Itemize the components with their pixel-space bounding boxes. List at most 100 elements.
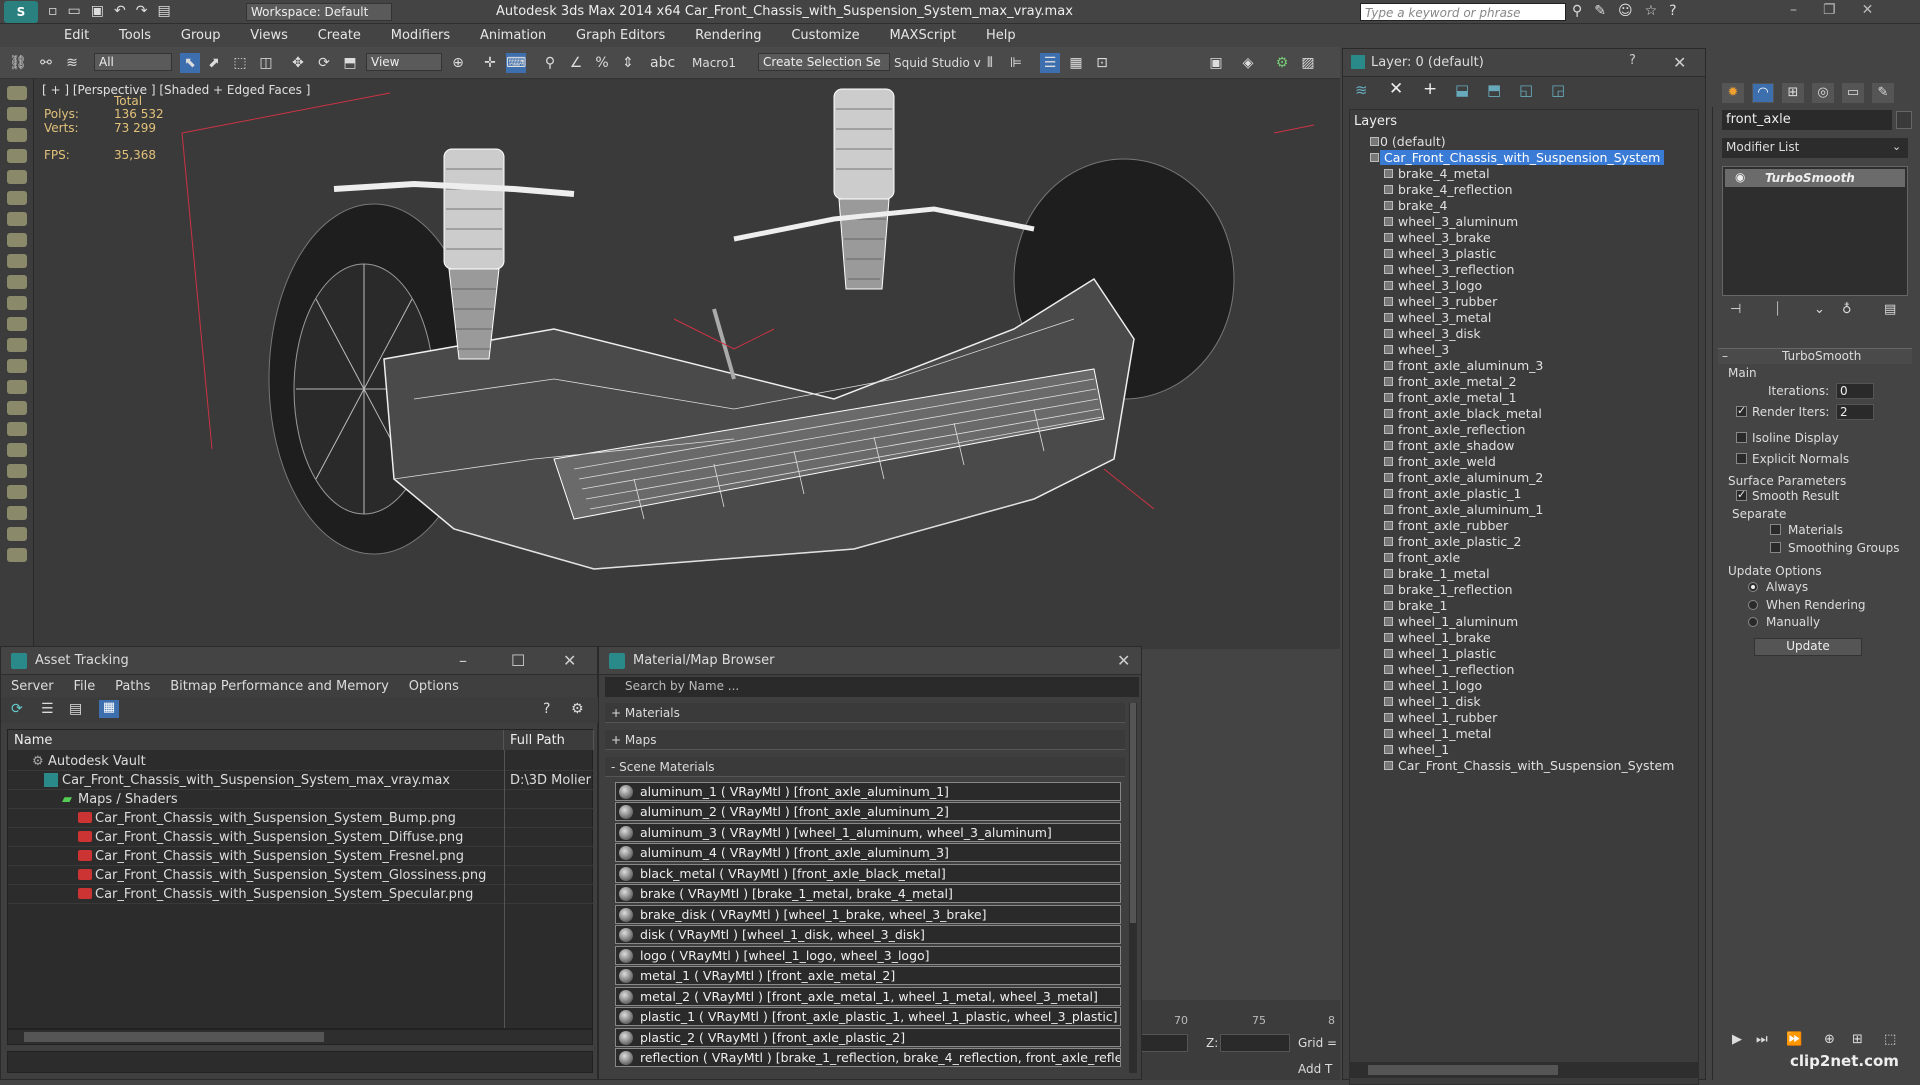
- zoom-icon[interactable]: ⊕: [1824, 1032, 1835, 1047]
- open-file-icon[interactable]: ▭: [68, 3, 91, 19]
- maximize-viewport-icon[interactable]: ⬚: [1884, 1032, 1896, 1047]
- star-icon[interactable]: ☆: [1645, 3, 1670, 19]
- create-layer-icon[interactable]: +: [1423, 79, 1437, 99]
- material-item[interactable]: plastic_2 ( VRayMtl ) [front_axle_plasti…: [615, 1028, 1121, 1047]
- thumbnail-view-icon[interactable]: ▤: [69, 701, 82, 717]
- object-name-field[interactable]: front_axle: [1722, 110, 1892, 130]
- material-item[interactable]: aluminum_1 ( VRayMtl ) [front_axle_alumi…: [615, 782, 1121, 801]
- select-manipulate-icon[interactable]: ✛: [480, 53, 500, 73]
- when-rendering-radio[interactable]: [1748, 600, 1758, 610]
- rect-selection-icon[interactable]: ⬚: [230, 53, 250, 73]
- table-row[interactable]: Car_Front_Chassis_with_Suspension_System…: [8, 847, 594, 866]
- rotate-icon[interactable]: ⟳: [314, 53, 334, 73]
- display-tab-icon[interactable]: ▭: [1842, 83, 1864, 103]
- save-icon[interactable]: ▣: [91, 3, 114, 19]
- tool-icon[interactable]: [6, 254, 27, 268]
- scrollbar-thumb[interactable]: [1130, 703, 1136, 923]
- tool-icon[interactable]: [6, 443, 27, 457]
- tool-icon[interactable]: [6, 464, 27, 478]
- unlink-icon[interactable]: ⚯: [36, 53, 56, 73]
- add-time-tag[interactable]: Add T: [1298, 1062, 1332, 1076]
- layers-icon[interactable]: ≋: [1355, 81, 1368, 99]
- tool-icon[interactable]: [6, 506, 27, 520]
- bind-spacewarp-icon[interactable]: ≋: [62, 53, 82, 73]
- isoline-display-checkbox[interactable]: [1736, 432, 1747, 443]
- snap-toggle-icon[interactable]: ⚲: [540, 53, 560, 73]
- project-folder-icon[interactable]: ▤: [157, 3, 180, 19]
- play-icon[interactable]: ▶: [1732, 1032, 1742, 1047]
- material-item[interactable]: plastic_1 ( VRayMtl ) [front_axle_plasti…: [615, 1007, 1121, 1026]
- go-to-end-icon[interactable]: ⏩: [1786, 1032, 1802, 1047]
- menu-server[interactable]: Server: [11, 679, 54, 694]
- restore-icon[interactable]: ❐: [1823, 2, 1862, 18]
- tool-icon[interactable]: [6, 401, 27, 415]
- manually-radio[interactable]: [1748, 617, 1758, 627]
- hide-layers-icon[interactable]: ◲: [1551, 81, 1565, 99]
- workspace-dropdown[interactable]: Workspace: Default: [246, 3, 392, 21]
- menu-customize[interactable]: Customize: [791, 24, 859, 43]
- column-header-name[interactable]: Name: [8, 730, 504, 750]
- tool-icon[interactable]: [6, 128, 27, 142]
- graphite-ribbon-icon[interactable]: ▦: [1066, 53, 1086, 73]
- tool-icon[interactable]: [6, 548, 27, 562]
- explicit-normals-checkbox[interactable]: [1736, 453, 1747, 464]
- help-icon[interactable]: ?: [543, 701, 550, 717]
- tool-icon[interactable]: [6, 527, 27, 541]
- material-item[interactable]: reflection ( VRayMtl ) [brake_1_reflecti…: [615, 1048, 1121, 1067]
- spinner-snap-icon[interactable]: ⇕: [618, 53, 638, 73]
- make-unique-icon[interactable]: ⌄: [1814, 302, 1825, 317]
- align-icon[interactable]: ⊫: [1006, 53, 1026, 73]
- binoculars-icon[interactable]: ⚲: [1572, 3, 1594, 19]
- list-view-icon[interactable]: ☰: [41, 701, 54, 717]
- vertical-scrollbar[interactable]: [1129, 703, 1137, 1073]
- status-field[interactable]: [7, 1051, 593, 1073]
- close-icon[interactable]: ✕: [563, 651, 576, 670]
- select-object-icon[interactable]: ⬉: [180, 53, 200, 73]
- group-materials[interactable]: + Materials: [605, 703, 1125, 723]
- curve-editor-icon[interactable]: ⊡: [1092, 53, 1112, 73]
- next-frame-icon[interactable]: ⏭: [1756, 1032, 1768, 1047]
- update-button[interactable]: Update: [1754, 638, 1862, 656]
- scale-icon[interactable]: ⬒: [340, 53, 360, 73]
- table-row[interactable]: ▰ Maps / Shaders: [8, 790, 594, 809]
- material-item[interactable]: brake ( VRayMtl ) [brake_1_metal, brake_…: [615, 884, 1121, 903]
- tool-icon[interactable]: [6, 296, 27, 310]
- tools-icon[interactable]: ✎: [1594, 3, 1618, 19]
- search-box[interactable]: Type a keyword or phrase: [1360, 3, 1566, 21]
- pin-stack-icon[interactable]: ⊣: [1730, 302, 1741, 317]
- highlight-layer-icon[interactable]: ◱: [1519, 81, 1533, 99]
- tool-icon[interactable]: [6, 422, 27, 436]
- edit-named-selection-icon[interactable]: abc: [650, 53, 675, 73]
- tool-icon[interactable]: [6, 107, 27, 121]
- tool-icon[interactable]: [6, 338, 27, 352]
- render-iters-checkbox[interactable]: [1736, 404, 1747, 417]
- move-icon[interactable]: ✥: [288, 53, 308, 73]
- add-to-layer-icon[interactable]: ⬓: [1455, 81, 1469, 99]
- material-item[interactable]: aluminum_4 ( VRayMtl ) [front_axle_alumi…: [615, 843, 1121, 862]
- menu-views[interactable]: Views: [250, 24, 288, 43]
- tool-icon[interactable]: [6, 149, 27, 163]
- horizontal-scrollbar[interactable]: [1350, 1062, 1698, 1078]
- settings-icon[interactable]: ⚙: [571, 701, 584, 717]
- select-by-name-icon[interactable]: ⬈: [204, 53, 224, 73]
- schematic-view-icon[interactable]: ▣: [1206, 53, 1226, 73]
- tool-icon[interactable]: [6, 86, 27, 100]
- column-header-full-path[interactable]: Full Path: [504, 730, 594, 750]
- link-icon[interactable]: ⛓: [8, 53, 28, 73]
- table-row[interactable]: Car_Front_Chassis_with_Suspension_System…: [8, 828, 594, 847]
- modify-tab-icon[interactable]: ◠: [1752, 83, 1774, 103]
- squid-studio-label[interactable]: Squid Studio v: [894, 56, 981, 70]
- group-scene-materials[interactable]: - Scene Materials: [605, 757, 1125, 777]
- minimize-icon[interactable]: –: [459, 651, 467, 670]
- maximize-icon[interactable]: ☐: [511, 651, 525, 670]
- table-row[interactable]: Car_Front_Chassis_with_Suspension_System…: [8, 885, 594, 904]
- help-icon[interactable]: ?: [1669, 3, 1688, 19]
- refresh-icon[interactable]: ⟳: [11, 701, 23, 717]
- keyboard-shortcut-icon[interactable]: ⌨: [506, 53, 526, 73]
- z-field[interactable]: [1220, 1034, 1290, 1052]
- material-editor-icon[interactable]: ◈: [1238, 53, 1258, 73]
- always-radio[interactable]: [1748, 582, 1758, 592]
- menu-paths[interactable]: Paths: [115, 679, 150, 694]
- hierarchy-tab-icon[interactable]: ⊞: [1782, 83, 1804, 103]
- coordinate-field[interactable]: [1140, 1034, 1188, 1052]
